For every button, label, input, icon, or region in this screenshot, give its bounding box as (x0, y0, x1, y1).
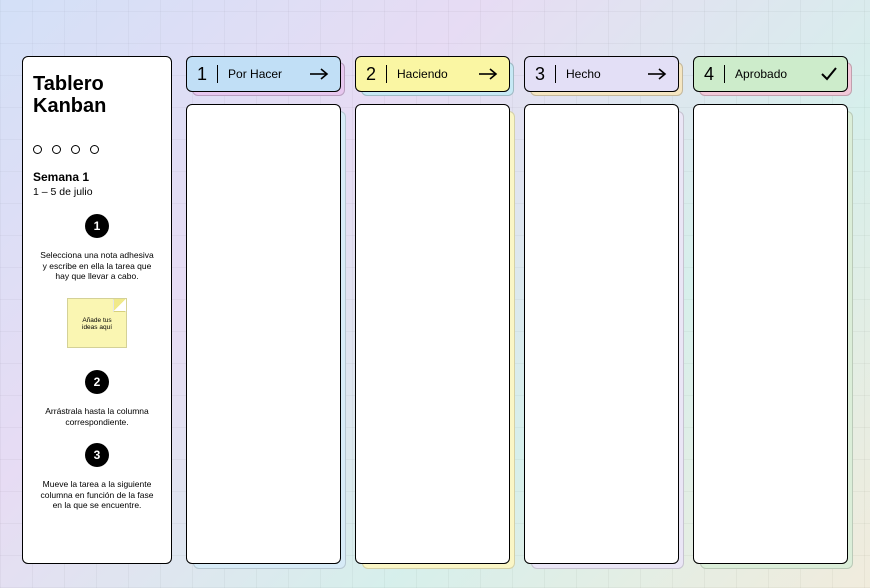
column-number: 2 (366, 65, 387, 83)
check-icon (821, 67, 837, 81)
column-label: Por Hacer (218, 67, 310, 81)
column-dropzone[interactable] (693, 104, 848, 564)
column-aprobado[interactable]: 4 Aprobado (693, 56, 848, 564)
column-header: 3 Hecho (524, 56, 679, 92)
week-label: Semana 1 (33, 170, 161, 184)
sticky-note-text: Añade tus ideas aquí (74, 317, 120, 331)
week-pager[interactable] (33, 145, 161, 154)
week-dates: 1 – 5 de julio (33, 186, 161, 198)
column-number: 4 (704, 65, 725, 83)
step-badge-3: 3 (85, 443, 109, 467)
column-header: 4 Aprobado (693, 56, 848, 92)
column-number: 3 (535, 65, 556, 83)
step-3-text: Mueve la tarea a la siguiente columna en… (33, 479, 161, 511)
column-label: Hecho (556, 67, 648, 81)
column-label: Haciendo (387, 67, 479, 81)
pager-dot[interactable] (71, 145, 80, 154)
pager-dot[interactable] (33, 145, 42, 154)
pager-dot[interactable] (90, 145, 99, 154)
column-haciendo[interactable]: 2 Haciendo (355, 56, 510, 564)
step-2-text: Arrástrala hasta la columna correspondie… (33, 406, 161, 427)
board-title: Tablero Kanban (33, 73, 161, 117)
column-dropzone[interactable] (524, 104, 679, 564)
column-dropzone[interactable] (186, 104, 341, 564)
sidebar-panel: Tablero Kanban Semana 1 1 – 5 de julio 1… (22, 56, 172, 564)
column-label: Aprobado (725, 67, 821, 81)
step-1-text: Selecciona una nota adhesiva y escribe e… (33, 250, 161, 282)
column-header: 2 Haciendo (355, 56, 510, 92)
column-header: 1 Por Hacer (186, 56, 341, 92)
arrow-right-icon (479, 68, 499, 80)
pager-dot[interactable] (52, 145, 61, 154)
sticky-note-example[interactable]: Añade tus ideas aquí (67, 298, 127, 348)
column-number: 1 (197, 65, 218, 83)
kanban-board: Tablero Kanban Semana 1 1 – 5 de julio 1… (22, 56, 848, 564)
arrow-right-icon (648, 68, 668, 80)
column-dropzone[interactable] (355, 104, 510, 564)
arrow-right-icon (310, 68, 330, 80)
step-badge-2: 2 (85, 370, 109, 394)
column-por-hacer[interactable]: 1 Por Hacer (186, 56, 341, 564)
column-hecho[interactable]: 3 Hecho (524, 56, 679, 564)
step-badge-1: 1 (85, 214, 109, 238)
